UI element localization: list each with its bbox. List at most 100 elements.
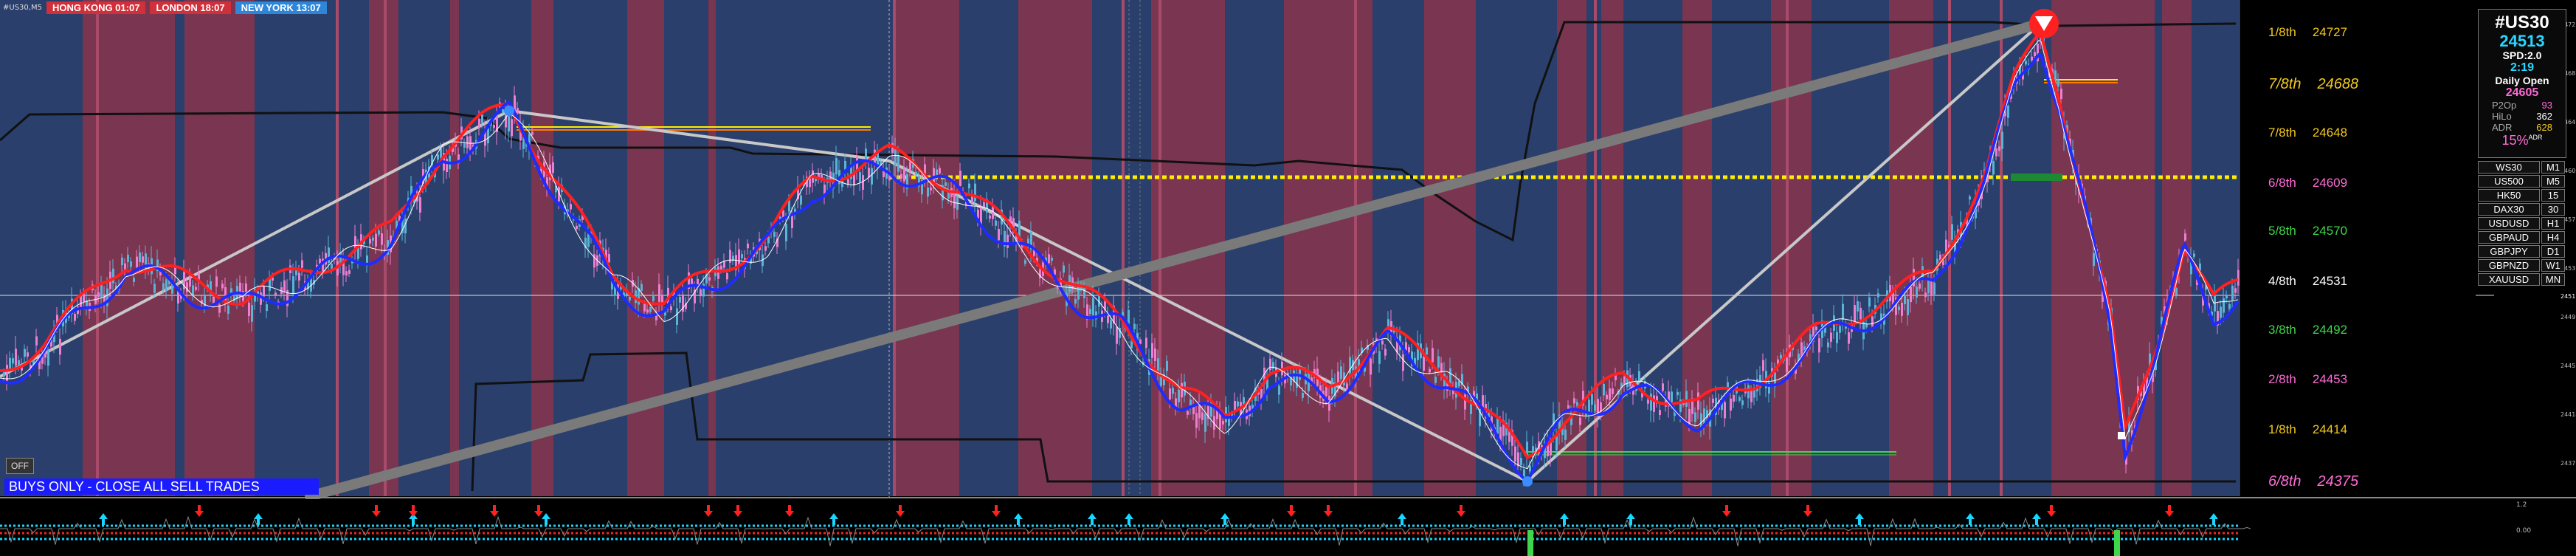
candle-body — [1048, 254, 1050, 264]
daily-open-value: 24605 — [2505, 86, 2539, 99]
candle-body — [1659, 410, 1661, 416]
symbol-button[interactable]: DAX30 — [2478, 203, 2540, 216]
candle-body — [927, 188, 929, 197]
trade-signal-banner: BUYS ONLY - CLOSE ALL SELL TRADES — [4, 478, 319, 495]
symbol-button[interactable]: GBPNZD — [2478, 259, 2540, 272]
candle-body — [785, 224, 787, 241]
candle-body — [1762, 360, 1764, 371]
symbol-button[interactable]: GBPAUD — [2478, 231, 2540, 244]
timeframe-button[interactable]: H4 — [2541, 231, 2565, 244]
daily-open-label: Daily Open — [2495, 75, 2549, 86]
symbol-button[interactable]: XAUUSD — [2478, 273, 2540, 286]
swing-low-marker — [1522, 476, 1533, 487]
candle-body — [723, 261, 725, 268]
candle-body — [1529, 465, 1531, 472]
candle-body — [1378, 351, 1381, 364]
candle-body — [1139, 339, 1142, 344]
candle-body — [1724, 402, 1726, 419]
candle-body — [1370, 358, 1372, 375]
info-price: 24513 — [2499, 32, 2545, 50]
candle-body — [1919, 284, 1921, 289]
session-zone-red — [1771, 0, 1812, 496]
symbol-row: US500 M5 — [2478, 175, 2565, 188]
timeframe-button[interactable]: 30 — [2541, 203, 2565, 216]
candle-body — [953, 191, 956, 209]
candle-body — [643, 303, 646, 312]
candle-body — [1848, 332, 1850, 344]
candle-body — [1898, 306, 1900, 311]
candle-body — [1408, 347, 1410, 353]
symbol-row: USDUSD H1 — [2478, 217, 2565, 230]
candle-body — [791, 214, 793, 229]
candle-body — [1496, 418, 1499, 434]
candle-body — [930, 187, 932, 191]
session-marker — [1354, 0, 1357, 496]
sub-axis-area — [2494, 499, 2576, 556]
symbol-row: WS30 M1 — [2478, 161, 2565, 174]
candle-body — [700, 289, 702, 297]
candle-body — [1638, 371, 1640, 382]
session-marker — [2000, 0, 2003, 496]
off-button[interactable]: OFF — [6, 458, 34, 474]
candle-body — [1603, 383, 1605, 396]
murrey-level-7: 2/8th 24453 — [2268, 372, 2347, 387]
candle-body — [221, 284, 224, 289]
symbol-button[interactable]: HK50 — [2478, 189, 2540, 202]
candle-body — [1951, 224, 1953, 240]
candle-body — [381, 233, 383, 245]
murrey-level-label: 5/8th — [2268, 224, 2296, 238]
candle-body — [1426, 347, 1428, 355]
adr-percent-suffix: ADR — [2528, 134, 2543, 141]
candle-body — [868, 168, 870, 178]
session-new-york: NEW YORK 13:07 — [235, 1, 327, 14]
candle-body — [1688, 408, 1691, 424]
symbol-row: HK50 15 — [2478, 189, 2565, 202]
candle-body — [1440, 363, 1443, 373]
candle-body — [1916, 286, 1918, 298]
session-hong-kong: HONG KONG 01:07 — [46, 1, 146, 14]
candle-body — [1384, 349, 1387, 356]
symbol-button[interactable]: USDUSD — [2478, 217, 2540, 230]
timeframe-button[interactable]: W1 — [2541, 259, 2565, 272]
candle-body — [1051, 258, 1053, 261]
timeframe-button[interactable]: M1 — [2541, 161, 2565, 174]
timeframe-button[interactable]: M5 — [2541, 175, 2565, 188]
murrey-level-label: 2/8th — [2268, 372, 2296, 386]
candle-body — [1157, 358, 1159, 371]
candle-body — [1998, 146, 2000, 151]
stat-label: HiLo — [2492, 111, 2512, 122]
candle-body — [747, 243, 749, 249]
candle-body — [1609, 388, 1611, 400]
candle-body — [1429, 368, 1431, 373]
candle-body — [1437, 356, 1440, 368]
candle-body — [133, 278, 135, 282]
candle-body — [629, 297, 631, 301]
candle-body — [372, 237, 374, 241]
price-chart[interactable]: 24727 24688 24648 24609 24570 24531 24492 24453… — [0, 0, 2576, 556]
session-zone-red — [1424, 0, 1476, 496]
murrey-level-value: 24609 — [2312, 176, 2348, 190]
timeframe-button[interactable]: D1 — [2541, 245, 2565, 258]
candle-body — [1579, 417, 1581, 425]
candle-body — [800, 195, 802, 205]
timeframe-button[interactable]: MN — [2541, 273, 2565, 286]
candle-body — [2184, 233, 2186, 241]
session-zone-red — [1889, 0, 1933, 496]
candle-body — [186, 282, 188, 292]
candle-body — [204, 295, 206, 308]
symbol-button[interactable]: US500 — [2478, 175, 2540, 188]
timeframe-button[interactable]: H1 — [2541, 217, 2565, 230]
symbol-button[interactable]: WS30 — [2478, 161, 2540, 174]
candle-body — [1623, 376, 1626, 385]
candle-body — [136, 256, 138, 267]
symbol-button[interactable]: GBPJPY — [2478, 245, 2540, 258]
timeframe-button[interactable]: 15 — [2541, 189, 2565, 202]
green-bar-marker — [2114, 530, 2120, 556]
candle-body — [640, 284, 643, 291]
candle-body — [1187, 411, 1189, 415]
candle-body — [1815, 326, 1817, 330]
candle-body — [900, 174, 902, 179]
candle-body — [97, 292, 100, 298]
candle-body — [909, 162, 911, 172]
candle-body — [1741, 400, 1744, 405]
